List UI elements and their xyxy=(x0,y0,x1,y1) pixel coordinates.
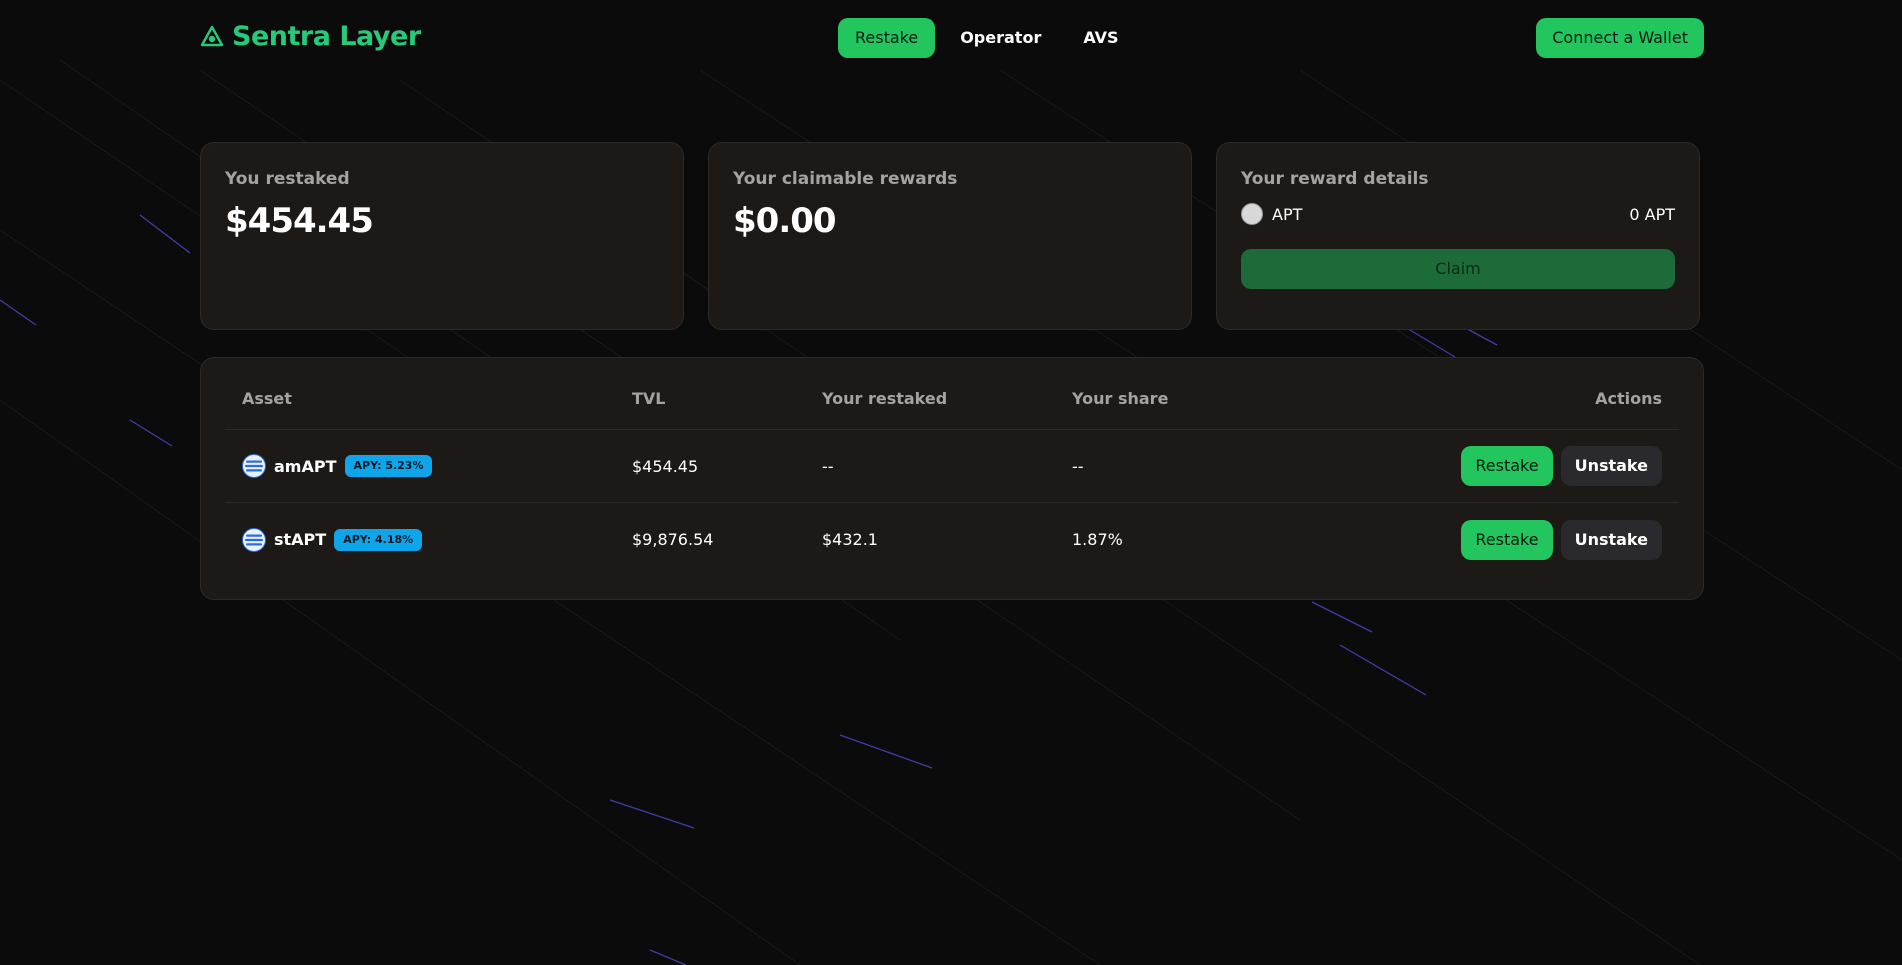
restaked-cell: -- xyxy=(822,456,834,476)
claimable-title: Your claimable rewards xyxy=(733,169,958,189)
header-your-restaked: Your restaked xyxy=(822,389,948,408)
table-header: Asset TVL Your restaked Your share Actio… xyxy=(225,358,1679,430)
asset-name: stAPT xyxy=(274,530,327,549)
table-row: stAPT APY: 4.18% $9,876.54 $432.1 1.87% … xyxy=(225,503,1679,576)
nav-avs[interactable]: AVS xyxy=(1066,18,1135,58)
apt-token-icon xyxy=(1241,203,1263,225)
asset-cell: amAPT APY: 5.23% xyxy=(242,454,632,478)
share-cell: 1.87% xyxy=(1072,530,1123,549)
header-tvl: TVL xyxy=(632,389,666,408)
header-actions: Actions xyxy=(1595,389,1662,408)
restaked-cell: $432.1 xyxy=(822,530,878,549)
assets-table: Asset TVL Your restaked Your share Actio… xyxy=(200,357,1704,600)
claimable-value: $0.00 xyxy=(733,201,837,241)
claimable-rewards-card: Your claimable rewards $0.00 xyxy=(708,142,1192,330)
claim-button[interactable]: Claim xyxy=(1241,249,1675,289)
restaked-card: You restaked $454.45 xyxy=(200,142,684,330)
reward-details-card: Your reward details APT 0 APT Claim xyxy=(1216,142,1700,330)
unstake-button[interactable]: Unstake xyxy=(1560,519,1662,560)
restaked-value: $454.45 xyxy=(225,201,374,241)
asset-name: amAPT xyxy=(274,456,337,476)
main-nav: Restake Operator AVS xyxy=(838,18,1136,58)
restake-button[interactable]: Restake xyxy=(1461,519,1553,560)
top-bar: Sentra Layer Restake Operator AVS Connec… xyxy=(200,0,1704,77)
reward-token: APT xyxy=(1241,203,1302,225)
brand-name: Sentra Layer xyxy=(232,21,421,52)
actions-cell: Restake Unstake xyxy=(1322,446,1662,486)
actions-cell: Restake Unstake xyxy=(1322,519,1662,560)
nav-operator[interactable]: Operator xyxy=(943,18,1058,58)
tvl-cell: $454.45 xyxy=(632,456,699,476)
amapt-token-icon xyxy=(242,454,266,478)
brand-logo[interactable]: Sentra Layer xyxy=(200,21,421,52)
asset-cell: stAPT APY: 4.18% xyxy=(242,527,632,552)
restaked-title: You restaked xyxy=(225,169,350,189)
restake-button[interactable]: Restake xyxy=(1461,446,1553,486)
stapt-token-icon xyxy=(242,527,266,552)
summary-cards: You restaked $454.45 Your claimable rewa… xyxy=(200,142,1704,330)
share-cell: -- xyxy=(1072,456,1084,476)
header-asset: Asset xyxy=(242,389,292,408)
connect-wallet-button[interactable]: Connect a Wallet xyxy=(1536,18,1704,58)
apy-badge: APY: 4.18% xyxy=(334,528,423,551)
reward-details-title: Your reward details xyxy=(1241,169,1429,189)
header-your-share: Your share xyxy=(1072,389,1169,408)
reward-token-name: APT xyxy=(1272,204,1303,224)
sentra-logo-icon xyxy=(200,25,224,46)
unstake-button[interactable]: Unstake xyxy=(1560,446,1662,486)
tvl-cell: $9,876.54 xyxy=(632,530,714,549)
nav-restake[interactable]: Restake xyxy=(838,18,936,58)
table-row: amAPT APY: 5.23% $454.45 -- -- Restake U… xyxy=(225,430,1679,503)
reward-row: APT 0 APT xyxy=(1241,203,1675,225)
apy-badge: APY: 5.23% xyxy=(344,455,433,477)
reward-amount: 0 APT xyxy=(1629,204,1675,224)
